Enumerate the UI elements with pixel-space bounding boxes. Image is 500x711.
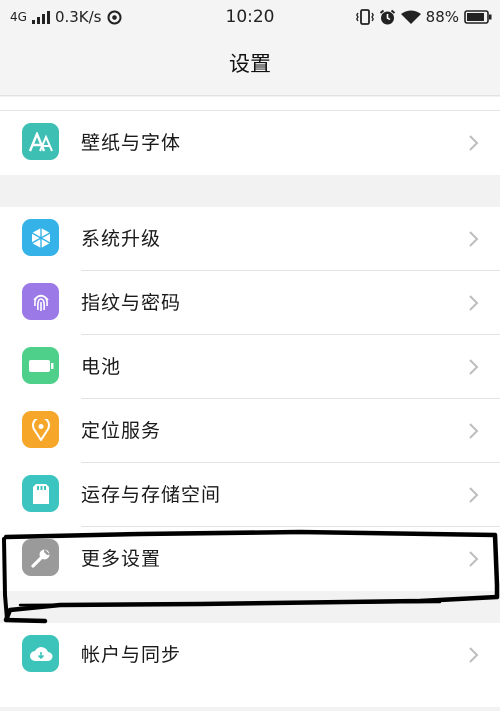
settings-item-label: 电池 — [81, 356, 122, 378]
settings-item-account-sync[interactable]: 帐户与同步 — [0, 623, 500, 687]
status-right: 88% — [355, 8, 492, 26]
status-bar: 4G 0.3K/s 10:20 88% — [0, 0, 500, 34]
section-gap — [0, 175, 500, 207]
battery-icon — [22, 347, 59, 384]
data-saver-icon — [107, 10, 122, 25]
chevron-right-icon — [469, 487, 479, 503]
section-gap — [0, 591, 500, 623]
battery-status-icon — [464, 10, 492, 24]
signal-icon — [31, 10, 50, 24]
wrench-icon — [22, 539, 59, 576]
font-icon — [22, 123, 59, 160]
battery-percent: 88% — [425, 8, 459, 26]
settings-item-memory-storage[interactable]: 运存与存储空间 — [0, 463, 500, 527]
settings-item-label: 帐户与同步 — [81, 644, 182, 666]
cloud-icon — [22, 635, 59, 672]
fingerprint-icon — [22, 283, 59, 320]
settings-item-label: 定位服务 — [81, 420, 162, 442]
status-left: 4G 0.3K/s — [10, 8, 122, 26]
list-next-row-edge — [0, 687, 500, 707]
chevron-right-icon — [469, 423, 479, 439]
settings-item-system-upgrade[interactable]: 系统升级 — [0, 207, 500, 271]
settings-item-label: 壁纸与字体 — [81, 132, 182, 154]
alarm-icon — [379, 9, 396, 26]
chevron-right-icon — [469, 647, 479, 663]
chevron-right-icon — [469, 359, 479, 375]
list-top-edge — [0, 97, 500, 111]
wifi-icon — [400, 10, 421, 25]
settings-item-location[interactable]: 定位服务 — [0, 399, 500, 463]
location-icon — [22, 411, 59, 448]
upgrade-icon — [22, 219, 59, 256]
network-speed: 0.3K/s — [54, 8, 102, 26]
settings-item-label: 更多设置 — [81, 548, 162, 570]
settings-item-wallpaper-font[interactable]: 壁纸与字体 — [0, 111, 500, 175]
chevron-right-icon — [469, 231, 479, 247]
settings-item-label: 运存与存储空间 — [81, 484, 222, 506]
settings-item-label: 系统升级 — [81, 228, 162, 250]
vibrate-icon — [355, 9, 374, 25]
settings-item-more-settings[interactable]: 更多设置 — [0, 527, 500, 591]
network-type: 4G — [10, 10, 27, 24]
settings-list: 壁纸与字体 系统升级 指纹与密码 电池 定位服务 运存与存储空间 更多设置 帐户… — [0, 97, 500, 707]
settings-item-label: 指纹与密码 — [81, 292, 182, 314]
chevron-right-icon — [469, 295, 479, 311]
settings-item-battery[interactable]: 电池 — [0, 335, 500, 399]
storage-icon — [22, 475, 59, 512]
settings-item-fingerprint-password[interactable]: 指纹与密码 — [0, 271, 500, 335]
page-title: 设置 — [0, 34, 500, 96]
chevron-right-icon — [469, 551, 479, 567]
chevron-right-icon — [469, 135, 479, 151]
